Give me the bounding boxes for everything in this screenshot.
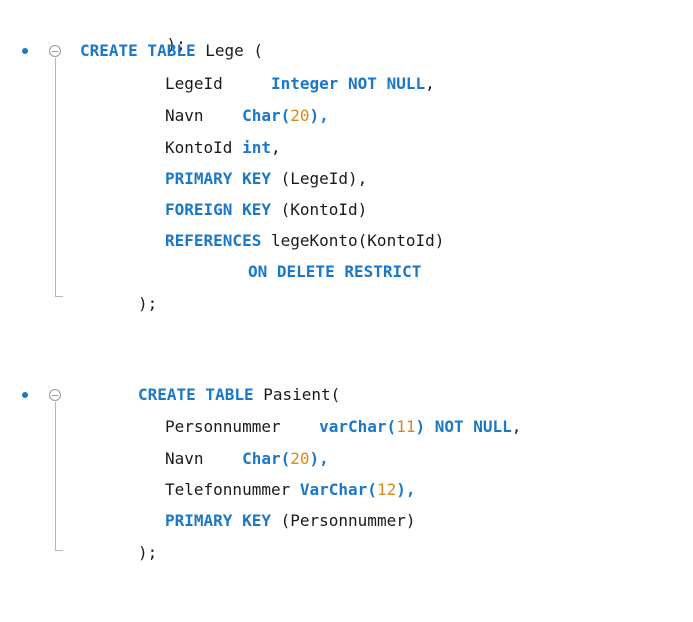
keyword: ON DELETE RESTRICT [248, 262, 422, 281]
reference-target: legeKonto(KontoId) [270, 231, 445, 250]
column-name: LegeId [165, 74, 223, 93]
keyword: PRIMARY KEY [165, 511, 271, 530]
fold-collapse-icon[interactable] [49, 45, 61, 57]
fold-guide-line [55, 402, 56, 550]
code-line: PRIMARY KEY (Personnummer) [165, 508, 415, 534]
column-type: Char( [242, 106, 291, 125]
column-name: Navn [165, 449, 204, 468]
column-name: Navn [165, 106, 204, 125]
bullet-marker-icon [22, 392, 28, 398]
code-line: CREATE TABLE Pasient( [138, 382, 340, 408]
code-line: Personnummer varChar(11) NOT NULL, [165, 414, 521, 440]
punctuation: ), [309, 449, 329, 468]
constraint-columns: (Personnummer) [280, 511, 416, 530]
code-line: ON DELETE RESTRICT [248, 259, 421, 285]
statement-terminator: ); [138, 294, 158, 313]
column-name: Telefonnummer [165, 480, 291, 499]
code-line: ); [138, 540, 157, 566]
column-type: Char( [242, 449, 291, 468]
table-name: Pasient( [263, 385, 341, 404]
keyword: PRIMARY KEY [165, 169, 271, 188]
code-line: CREATE TABLE Lege ( [80, 38, 263, 64]
column-name: KontoId [165, 138, 233, 157]
number-literal: 20 [290, 106, 310, 125]
column-type: varChar( [319, 417, 397, 436]
keyword: FOREIGN KEY [165, 200, 271, 219]
code-line: PRIMARY KEY (LegeId), [165, 166, 367, 192]
fold-guide-end [55, 296, 63, 297]
bullet-marker-icon [22, 48, 28, 54]
keyword: CREATE TABLE [80, 41, 196, 60]
code-line: Navn Char(20), [165, 446, 329, 472]
punctuation: , [270, 138, 281, 157]
fold-guide-line [55, 58, 56, 296]
code-editor[interactable]: ); CREATE TABLE Lege ( LegeId Integer NO… [0, 0, 693, 622]
column-name: Personnummer [165, 417, 281, 436]
code-line: Telefonnummer VarChar(12), [165, 477, 415, 503]
number-literal: 20 [290, 449, 310, 468]
number-literal: 11 [396, 417, 416, 436]
fold-guide-end [55, 550, 63, 551]
keyword: NOT NULL [434, 417, 512, 436]
punctuation: ), [309, 106, 329, 125]
punctuation: ), [396, 480, 416, 499]
column-type: Integer NOT NULL [270, 74, 426, 93]
punctuation: , [425, 74, 435, 93]
code-line: Navn Char(20), [165, 103, 329, 129]
constraint-columns: (KontoId) [280, 200, 368, 219]
constraint-columns: (LegeId), [280, 169, 368, 188]
punctuation: , [511, 417, 522, 436]
code-line: ); [128, 6, 186, 54]
number-literal: 12 [376, 480, 397, 499]
statement-terminator: ); [138, 543, 158, 562]
code-line: REFERENCES legeKonto(KontoId) [165, 228, 444, 254]
code-line: KontoId int, [165, 135, 281, 161]
table-name: Lege ( [205, 41, 264, 60]
keyword: CREATE TABLE [138, 385, 254, 404]
column-type: VarChar( [299, 480, 377, 499]
column-type: int [242, 138, 271, 157]
punctuation: ) [415, 417, 426, 436]
code-line: FOREIGN KEY (KontoId) [165, 197, 367, 223]
fold-collapse-icon[interactable] [49, 389, 61, 401]
keyword: REFERENCES [165, 231, 262, 250]
code-line: ); [138, 291, 157, 317]
code-line: LegeId Integer NOT NULL, [165, 71, 435, 97]
